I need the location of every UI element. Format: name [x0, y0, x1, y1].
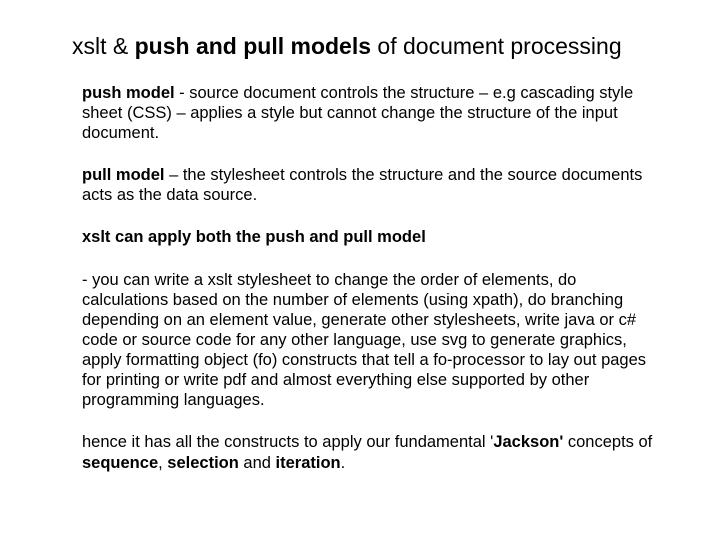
pull-model-paragraph: pull model – the stylesheet controls the… [82, 165, 660, 205]
pull-model-text: – the stylesheet controls the structure … [82, 166, 642, 204]
jackson-t5: . [341, 454, 346, 472]
jackson-b1: Jackson' [493, 433, 563, 451]
capabilities-text: - you can write a xslt stylesheet to cha… [82, 271, 646, 410]
push-model-lead: push model [82, 84, 175, 102]
both-models-text: xslt can apply both the push and pull mo… [82, 228, 426, 246]
jackson-b3: selection [167, 454, 239, 472]
slide: xslt & push and pull models of document … [0, 0, 720, 540]
push-model-paragraph: push model - source document controls th… [82, 83, 660, 143]
jackson-b2: sequence [82, 454, 158, 472]
title-post: of document processing [371, 33, 622, 59]
slide-body: push model - source document controls th… [72, 83, 660, 473]
both-models-paragraph: xslt can apply both the push and pull mo… [82, 227, 660, 247]
jackson-t2: concepts of [563, 433, 652, 451]
jackson-t1: hence it has all the constructs to apply… [82, 433, 493, 451]
jackson-paragraph: hence it has all the constructs to apply… [82, 432, 660, 472]
capabilities-paragraph: - you can write a xslt stylesheet to cha… [82, 270, 660, 411]
title-pre: xslt & [72, 33, 135, 59]
jackson-t3: , [158, 454, 167, 472]
jackson-b4: iteration [276, 454, 341, 472]
jackson-t4: and [239, 454, 276, 472]
pull-model-lead: pull model [82, 166, 165, 184]
slide-title: xslt & push and pull models of document … [72, 32, 660, 61]
title-bold: push and pull models [135, 33, 371, 59]
